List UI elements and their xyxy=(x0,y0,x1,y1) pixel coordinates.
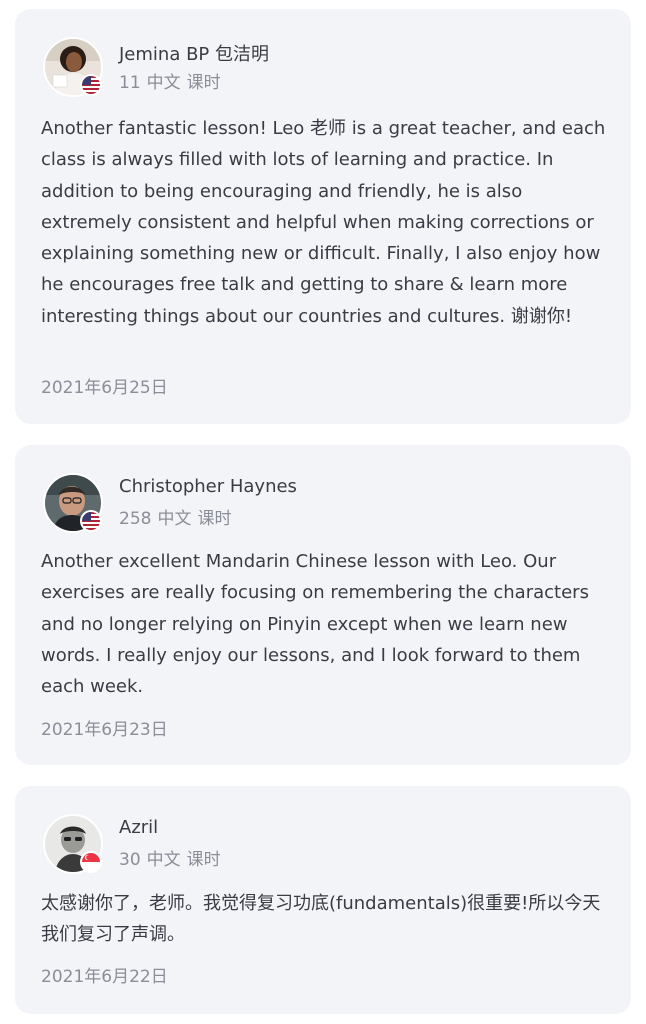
review-list: Jemina BP 包洁明 11 中文 课时 Another fantastic l… xyxy=(0,0,646,1024)
reviewer-name: Azril xyxy=(119,817,159,838)
lesson-language: 中文 xyxy=(146,73,181,93)
lesson-unit: 课时 xyxy=(197,509,232,529)
review-text: 太感谢你了，老师。我觉得复习功底(fundamentals)很重要!所以今天我们… xyxy=(41,893,601,946)
us-flag-icon xyxy=(80,74,102,96)
lesson-language: 中文 xyxy=(157,509,192,529)
review-date: 2021年6月22日 xyxy=(41,967,168,987)
lesson-count: 11 中文 课时 xyxy=(119,68,221,93)
lesson-number: 30 xyxy=(119,850,141,870)
review-date: 2021年6月23日 xyxy=(41,720,168,740)
reviewer-name: Christopher Haynes xyxy=(119,476,297,497)
lesson-number: 258 xyxy=(119,509,152,529)
review-card: Christopher Haynes 258 中文 课时 Another excel… xyxy=(15,445,631,765)
review-header: Christopher Haynes 258 中文 课时 xyxy=(43,473,603,533)
lesson-number: 11 xyxy=(119,73,141,93)
review-card: Azril 30 中文 课时 太感谢你了，老师。我觉得复习功底(fundamenta… xyxy=(15,786,631,1014)
lesson-unit: 课时 xyxy=(186,850,221,870)
review-text: Another excellent Mandarin Chinese lesso… xyxy=(41,551,589,698)
review-date: 2021年6月25日 xyxy=(41,378,168,398)
lesson-unit: 课时 xyxy=(186,73,221,93)
lesson-language: 中文 xyxy=(146,850,181,870)
us-flag-icon xyxy=(80,510,102,532)
review-header: Jemina BP 包洁明 11 中文 课时 xyxy=(43,37,603,97)
review-header: Azril 30 中文 课时 xyxy=(43,814,603,874)
reviewer-name: Jemina BP 包洁明 xyxy=(119,44,270,65)
lesson-count: 258 中文 课时 xyxy=(119,504,231,529)
lesson-count: 30 中文 课时 xyxy=(119,845,221,870)
review-text: Another fantastic lesson! Leo 老师 is a gr… xyxy=(41,118,606,327)
review-card: Jemina BP 包洁明 11 中文 课时 Another fantastic l… xyxy=(15,9,631,424)
sg-flag-icon xyxy=(80,851,102,873)
